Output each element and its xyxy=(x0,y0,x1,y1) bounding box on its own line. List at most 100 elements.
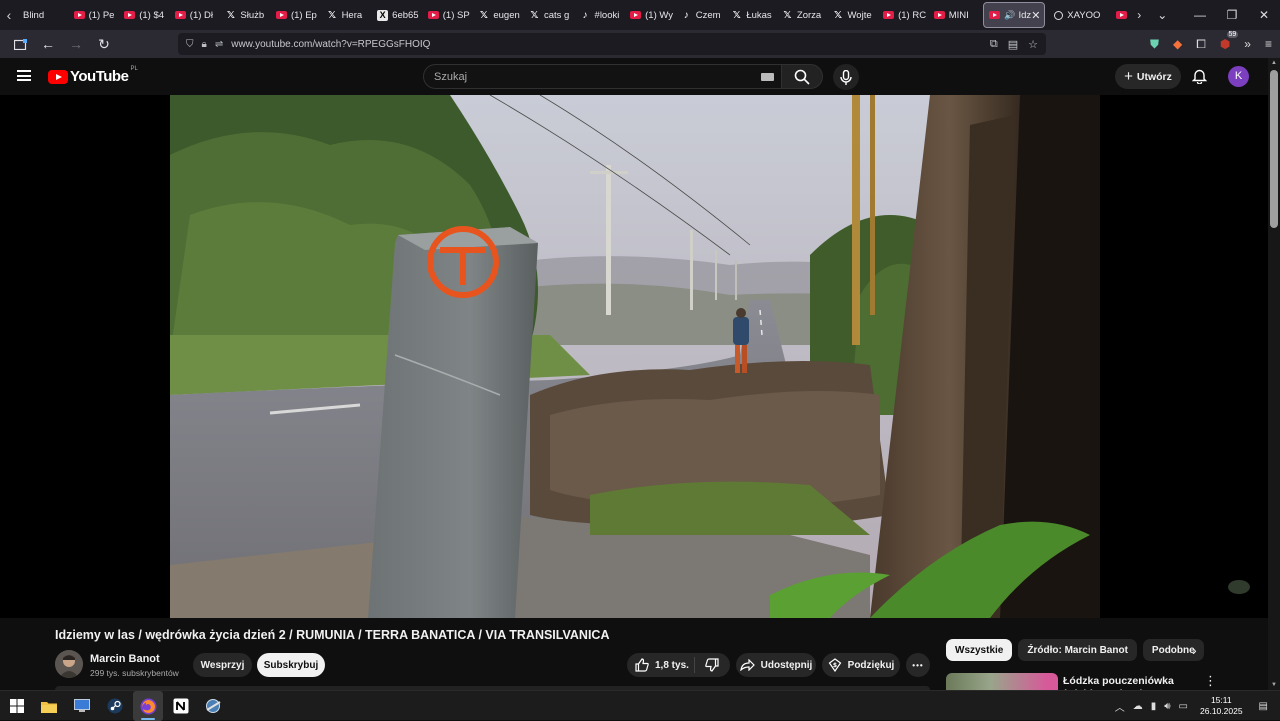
minimize-icon[interactable]: — xyxy=(1184,0,1216,30)
tab-close-icon[interactable]: ✕ xyxy=(1031,9,1040,22)
firefox-icon[interactable] xyxy=(138,696,158,716)
video-player[interactable] xyxy=(0,95,1268,618)
usb-device-icon[interactable]: ▮ xyxy=(1151,701,1157,712)
back-icon[interactable]: ← xyxy=(36,32,60,56)
tab-3[interactable]: (1) Dł xyxy=(170,0,221,30)
tab-11[interactable]: ♪ #looki xyxy=(575,0,626,30)
tab-18[interactable]: MINI xyxy=(929,0,980,30)
support-button[interactable]: Wesprzyj xyxy=(193,653,252,677)
tab-label: Służb xyxy=(240,9,265,21)
subscribe-button[interactable]: Subskrybuj xyxy=(257,653,325,677)
search-button[interactable] xyxy=(781,64,823,89)
url-text[interactable]: www.youtube.com/watch?v=RPEGGsFHOIQ xyxy=(231,39,430,50)
reload-icon[interactable]: ↻ xyxy=(92,32,116,56)
onedrive-icon[interactable]: ☁ xyxy=(1133,701,1143,712)
create-button[interactable]: + Utwórz xyxy=(1115,64,1181,89)
like-button[interactable]: 1,8 tys. xyxy=(627,657,695,673)
extensions-puzzle-icon[interactable]: ⧠ xyxy=(1196,37,1206,52)
permissions-icon[interactable]: ⇌ xyxy=(215,39,223,50)
svg-text:$: $ xyxy=(833,662,837,669)
recommended-menu-icon[interactable]: ⋮ xyxy=(1204,673,1217,689)
restore-icon[interactable]: ❐ xyxy=(1216,0,1248,30)
windows-start-icon[interactable] xyxy=(7,696,27,716)
vpn-extension-icon[interactable]: ⛊ xyxy=(1150,37,1159,52)
tab-partial[interactable] xyxy=(1111,0,1131,30)
tab-5[interactable]: (1) Ep xyxy=(271,0,322,30)
tab-6[interactable]: 𝕏 Hera xyxy=(322,0,373,30)
thanks-button[interactable]: $ Podziękuj xyxy=(822,653,900,677)
tab-17[interactable]: (1) RC xyxy=(878,0,929,30)
tab-4[interactable]: 𝕏 Służb xyxy=(220,0,271,30)
youtube-favicon-icon xyxy=(1116,11,1128,19)
share-button[interactable]: Udostępnij xyxy=(736,653,816,677)
filter-chip[interactable]: Wszystkie xyxy=(946,639,1013,661)
tab-active[interactable]: 🔊 Idz ✕ xyxy=(983,2,1046,28)
volume-icon[interactable]: 🔊︎ xyxy=(1164,701,1170,712)
notifications-icon[interactable]: ▤ xyxy=(1259,701,1268,712)
ublock-extension-icon[interactable]: ⬢ 59 xyxy=(1220,31,1239,51)
sidebar-toggle-icon[interactable] xyxy=(8,32,32,56)
scrollbar-thumb[interactable] xyxy=(1270,70,1278,228)
tab-0[interactable]: Blind xyxy=(18,0,69,30)
tab-15[interactable]: 𝕏 Zorza xyxy=(777,0,828,30)
tab-12[interactable]: (1) Wy xyxy=(625,0,676,30)
x-favicon-icon: 𝕏 xyxy=(530,9,539,21)
search-input[interactable]: Szukaj xyxy=(423,64,783,89)
tab-scroll-right-icon[interactable]: › xyxy=(1137,8,1141,22)
scroll-up-icon[interactable]: ▲ xyxy=(1271,60,1277,66)
network-tool-icon[interactable] xyxy=(203,696,223,716)
page-scrollbar[interactable]: ▲ ▼ xyxy=(1268,58,1280,690)
more-actions-button[interactable]: ••• xyxy=(906,653,930,677)
forward-icon[interactable]: → xyxy=(64,32,88,56)
account-avatar[interactable]: K xyxy=(1228,66,1249,87)
youtube-logo[interactable]: YouTube PL xyxy=(48,66,138,85)
url-bar[interactable]: ⛉ 🔒︎ ⇌ www.youtube.com/watch?v=RPEGGsFHO… xyxy=(178,33,1046,55)
tab-13[interactable]: ♪ Czem xyxy=(676,0,727,30)
tab-9[interactable]: 𝕏eugen xyxy=(473,0,524,30)
hamburger-menu-icon[interactable] xyxy=(17,70,31,81)
tray-overflow-icon[interactable]: ︿ xyxy=(1115,699,1125,714)
channel-avatar[interactable] xyxy=(55,650,83,678)
tab-8[interactable]: (1) SP xyxy=(423,0,474,30)
remote-desktop-icon[interactable] xyxy=(72,696,92,716)
tab-16[interactable]: 𝕏 Wojte xyxy=(828,0,879,30)
scroll-down-icon[interactable]: ▼ xyxy=(1271,682,1277,688)
lock-icon[interactable]: 🔒︎ xyxy=(202,39,207,50)
network-icon[interactable]: ▭ xyxy=(1179,701,1188,712)
tab-xayoo[interactable]: XAYOO xyxy=(1049,0,1111,30)
youtube-favicon-icon xyxy=(275,11,287,19)
keyboard-icon[interactable] xyxy=(761,72,774,81)
speaker-icon[interactable]: 🔊 xyxy=(1004,10,1015,21)
tab-7[interactable]: X 6eb65 xyxy=(372,0,423,30)
tab-2[interactable]: (1) $4 xyxy=(119,0,170,30)
menu-icon[interactable]: ≡ xyxy=(1265,37,1272,51)
tab-10[interactable]: 𝕏cats g xyxy=(524,0,575,30)
chips-next-chevron-icon[interactable]: › xyxy=(1192,642,1197,658)
fox-extension-icon[interactable]: ◆ xyxy=(1173,37,1182,51)
steam-icon[interactable] xyxy=(105,696,125,716)
bookmark-star-icon[interactable]: ☆ xyxy=(1028,38,1038,51)
tiktok-favicon-icon: ♪ xyxy=(683,9,689,21)
dislike-button[interactable] xyxy=(695,658,729,672)
channel-watermark-icon[interactable] xyxy=(1228,580,1250,594)
recommended-thumbnail[interactable] xyxy=(946,673,1058,690)
window-close-icon[interactable]: ✕ xyxy=(1248,0,1280,30)
file-explorer-icon[interactable] xyxy=(39,696,59,716)
tab-scroll-left-icon[interactable]: ‹ xyxy=(0,0,18,30)
recommended-video[interactable]: Łódzka pouczeniówka (Giełda - Odc. 4) ⋮ xyxy=(946,673,1266,690)
voice-search-button[interactable] xyxy=(833,64,859,90)
channel-name[interactable]: Marcin Banot xyxy=(90,653,160,665)
clock[interactable]: 15:11 26.10.2025 xyxy=(1200,695,1243,717)
recommended-title[interactable]: Łódzka pouczeniówka (Giełda - Odc. 4) xyxy=(1063,675,1193,690)
notifications-bell-icon[interactable] xyxy=(1190,67,1208,85)
tab-list-dropdown-icon[interactable]: ⌄ xyxy=(1157,8,1167,22)
video-frame[interactable] xyxy=(170,95,1100,618)
reader-view-icon[interactable]: ▤ xyxy=(1008,38,1018,51)
shield-icon[interactable]: ⛉ xyxy=(186,39,194,50)
tab-1[interactable]: (1) Pe xyxy=(69,0,120,30)
picture-in-picture-icon[interactable]: ⧉ xyxy=(990,38,998,51)
notion-icon[interactable] xyxy=(171,696,191,716)
overflow-chevron-icon[interactable]: » xyxy=(1244,37,1251,51)
filter-chip[interactable]: Źródło: Marcin Banot xyxy=(1018,639,1137,661)
tab-14[interactable]: 𝕏 Łukas xyxy=(726,0,777,30)
